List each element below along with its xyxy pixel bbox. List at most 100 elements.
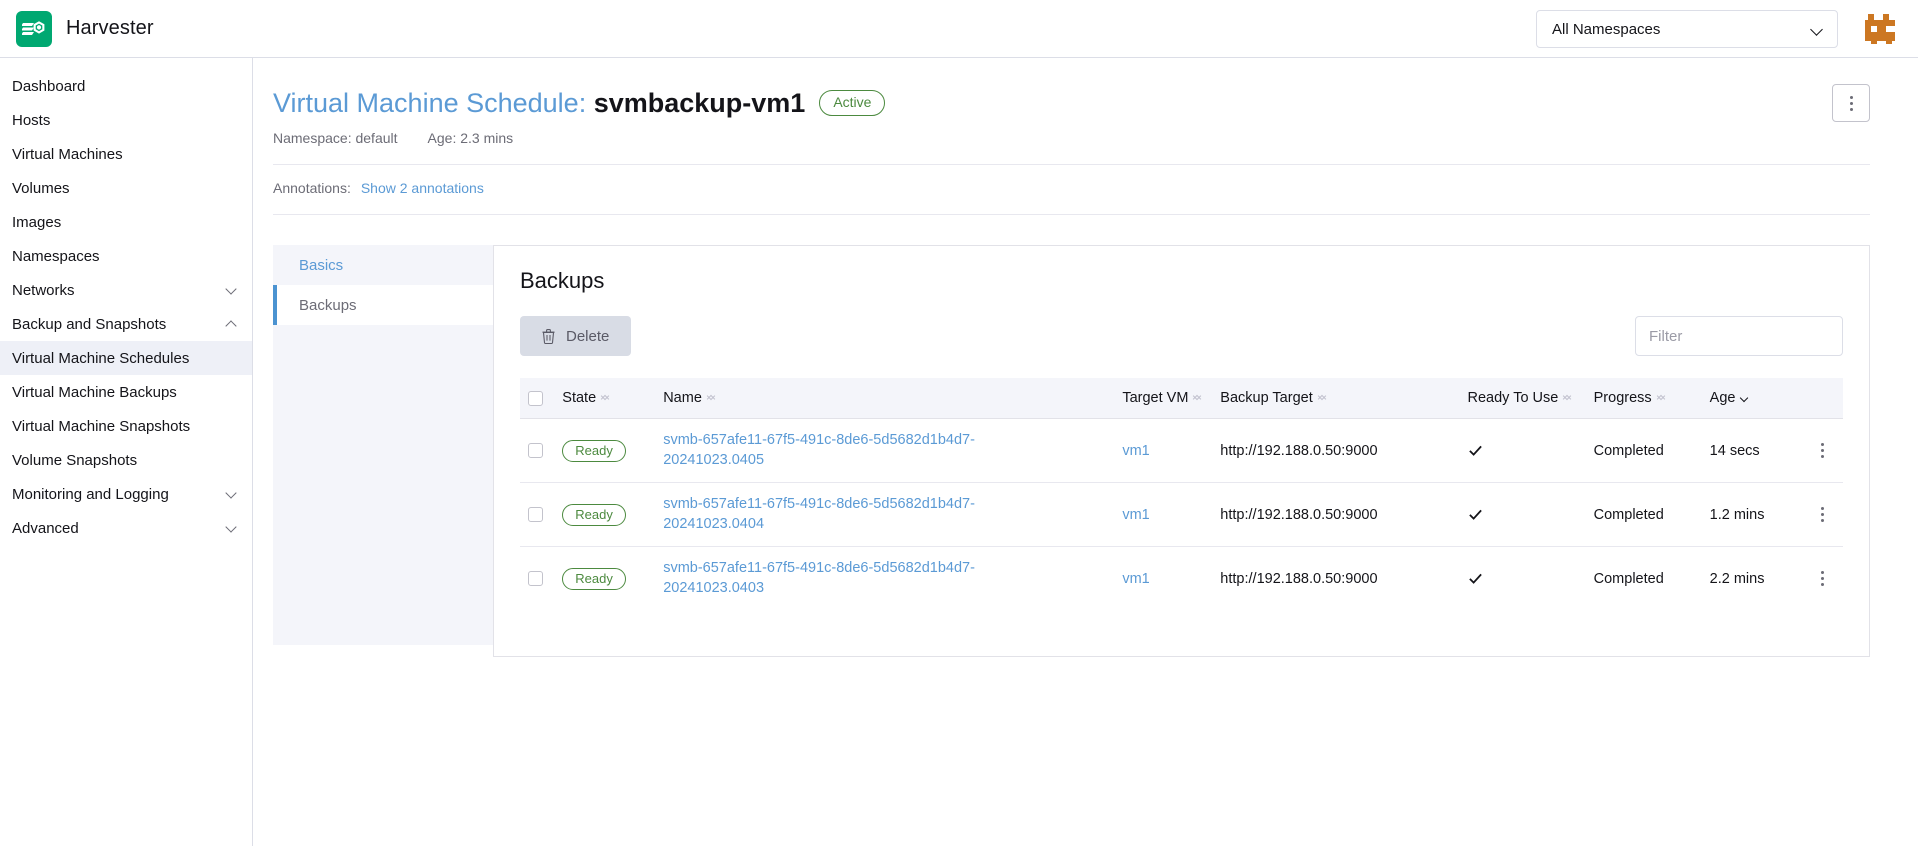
sidebar-item-networks[interactable]: Networks (0, 273, 252, 307)
sidebar-item-label: Namespaces (12, 248, 100, 265)
chevron-down-icon (226, 522, 238, 534)
checkbox-icon[interactable] (528, 391, 543, 406)
row-select-cell[interactable] (520, 483, 554, 547)
age-label: Age: 2.3 mins (428, 130, 514, 146)
page-title-prefix[interactable]: Virtual Machine Schedule: (273, 88, 586, 118)
kebab-menu-icon (1850, 96, 1853, 111)
row-age-cell: 1.2 mins (1702, 483, 1803, 547)
sort-icon (1318, 392, 1328, 405)
sidebar-item-virtual-machine-snapshots[interactable]: Virtual Machine Snapshots (0, 409, 252, 443)
target-vm-link[interactable]: vm1 (1122, 443, 1149, 459)
col-select-all[interactable] (520, 378, 554, 419)
table-row[interactable]: Readysvmb-657afe11-67f5-491c-8de6-5d5682… (520, 483, 1843, 547)
sidebar-item-monitoring-and-logging[interactable]: Monitoring and Logging (0, 477, 252, 511)
col-backup-target-label: Backup Target (1220, 390, 1312, 406)
sidebar-item-backup-and-snapshots[interactable]: Backup and Snapshots (0, 307, 252, 341)
checkbox-icon[interactable] (528, 571, 543, 586)
chevron-down-icon (226, 488, 238, 500)
namespace-filter-value: All Namespaces (1552, 21, 1660, 38)
sidebar-item-label: Virtual Machine Snapshots (12, 418, 190, 435)
col-age[interactable]: Age (1702, 378, 1803, 419)
row-name-cell: svmb-657afe11-67f5-491c-8de6-5d5682d1b4d… (655, 547, 1114, 611)
kebab-menu-icon[interactable] (1811, 507, 1835, 522)
col-backup-target[interactable]: Backup Target (1212, 378, 1459, 419)
backups-table: State Name Target VM Backup Target (520, 378, 1843, 610)
backups-table-body: Readysvmb-657afe11-67f5-491c-8de6-5d5682… (520, 419, 1843, 611)
col-state[interactable]: State (554, 378, 655, 419)
delete-button[interactable]: Delete (520, 316, 631, 356)
sidebar-item-virtual-machines[interactable]: Virtual Machines (0, 137, 252, 171)
row-ready-cell (1460, 419, 1586, 483)
state-badge: Ready (562, 440, 626, 462)
row-backup-target-cell: http://192.188.0.50:9000 (1212, 419, 1459, 483)
backup-name-link[interactable]: svmb-657afe11-67f5-491c-8de6-5d5682d1b4d… (663, 559, 1023, 598)
checkbox-icon[interactable] (528, 507, 543, 522)
row-progress-cell: Completed (1586, 483, 1702, 547)
sidebar-item-dashboard[interactable]: Dashboard (0, 69, 252, 103)
annotations-row: Annotations: Show 2 annotations (273, 165, 1870, 215)
sidebar-item-label: Hosts (12, 112, 50, 129)
header-right-group: All Namespaces (1536, 0, 1918, 58)
row-target-vm-cell: vm1 (1114, 419, 1212, 483)
col-progress[interactable]: Progress (1586, 378, 1702, 419)
col-age-label: Age (1710, 390, 1736, 406)
target-vm-link[interactable]: vm1 (1122, 507, 1149, 523)
row-actions-cell[interactable] (1803, 483, 1843, 547)
sidebar-item-label: Images (12, 214, 61, 231)
namespace-filter-select[interactable]: All Namespaces (1536, 10, 1838, 48)
user-avatar-icon[interactable] (1862, 11, 1898, 47)
target-vm-link[interactable]: vm1 (1122, 571, 1149, 587)
table-row[interactable]: Readysvmb-657afe11-67f5-491c-8de6-5d5682… (520, 547, 1843, 611)
tab-basics-label: Basics (299, 257, 343, 274)
tab-list-filler (273, 325, 493, 645)
tab-backups[interactable]: Backups (273, 285, 493, 325)
sidebar-item-virtual-machine-schedules[interactable]: Virtual Machine Schedules (0, 341, 252, 375)
page-actions-button[interactable] (1832, 84, 1870, 122)
sidebar-item-virtual-machine-backups[interactable]: Virtual Machine Backups (0, 375, 252, 409)
row-age-cell: 14 secs (1702, 419, 1803, 483)
sidebar-item-hosts[interactable]: Hosts (0, 103, 252, 137)
sidebar-item-advanced[interactable]: Advanced (0, 511, 252, 545)
row-select-cell[interactable] (520, 419, 554, 483)
sort-icon (1657, 392, 1667, 405)
sort-icon (1193, 392, 1203, 405)
page-title-row: Virtual Machine Schedule: svmbackup-vm1 … (273, 58, 1870, 122)
sidebar-item-label: Monitoring and Logging (12, 486, 169, 503)
col-name[interactable]: Name (655, 378, 1114, 419)
chevron-up-icon (226, 318, 238, 330)
sidebar-item-namespaces[interactable]: Namespaces (0, 239, 252, 273)
annotations-label: Annotations: (273, 180, 351, 196)
chevron-down-icon (226, 284, 238, 296)
tab-basics[interactable]: Basics (273, 245, 493, 285)
row-state-cell: Ready (554, 483, 655, 547)
filter-input[interactable] (1635, 316, 1843, 356)
delete-button-label: Delete (566, 328, 609, 345)
row-backup-target-cell: http://192.188.0.50:9000 (1212, 547, 1459, 611)
harvester-logo-icon (16, 11, 52, 47)
brand-area[interactable]: Harvester (0, 11, 154, 47)
col-ready-to-use-label: Ready To Use (1468, 390, 1559, 406)
kebab-menu-icon[interactable] (1811, 443, 1835, 458)
backup-name-link[interactable]: svmb-657afe11-67f5-491c-8de6-5d5682d1b4d… (663, 495, 1023, 534)
sidebar-item-volume-snapshots[interactable]: Volume Snapshots (0, 443, 252, 477)
check-icon (1468, 443, 1578, 458)
check-icon (1468, 507, 1578, 522)
kebab-menu-icon[interactable] (1811, 571, 1835, 586)
row-select-cell[interactable] (520, 547, 554, 611)
page-title: Virtual Machine Schedule: svmbackup-vm1 (273, 87, 805, 119)
tabbed-content: Basics Backups Backups (273, 245, 1870, 657)
row-actions-cell[interactable] (1803, 419, 1843, 483)
col-target-vm[interactable]: Target VM (1114, 378, 1212, 419)
sidebar-item-images[interactable]: Images (0, 205, 252, 239)
sidebar-item-label: Advanced (12, 520, 79, 537)
show-annotations-link[interactable]: Show 2 annotations (361, 180, 484, 196)
row-actions-cell[interactable] (1803, 547, 1843, 611)
backup-name-link[interactable]: svmb-657afe11-67f5-491c-8de6-5d5682d1b4d… (663, 431, 1023, 470)
row-name-cell: svmb-657afe11-67f5-491c-8de6-5d5682d1b4d… (655, 419, 1114, 483)
table-row[interactable]: Ready svmb-657afe11-67f5-491c-8de6-5d5682… (520, 419, 1843, 483)
col-ready-to-use[interactable]: Ready To Use (1460, 378, 1586, 419)
main-sidebar: Dashboard Hosts Virtual MachinesVolumes Ima… (0, 58, 253, 846)
sidebar-item-volumes[interactable]: Volumes (0, 171, 252, 205)
checkbox-icon[interactable] (528, 443, 543, 458)
sidebar-item-label: Virtual Machine Backups (12, 384, 177, 401)
